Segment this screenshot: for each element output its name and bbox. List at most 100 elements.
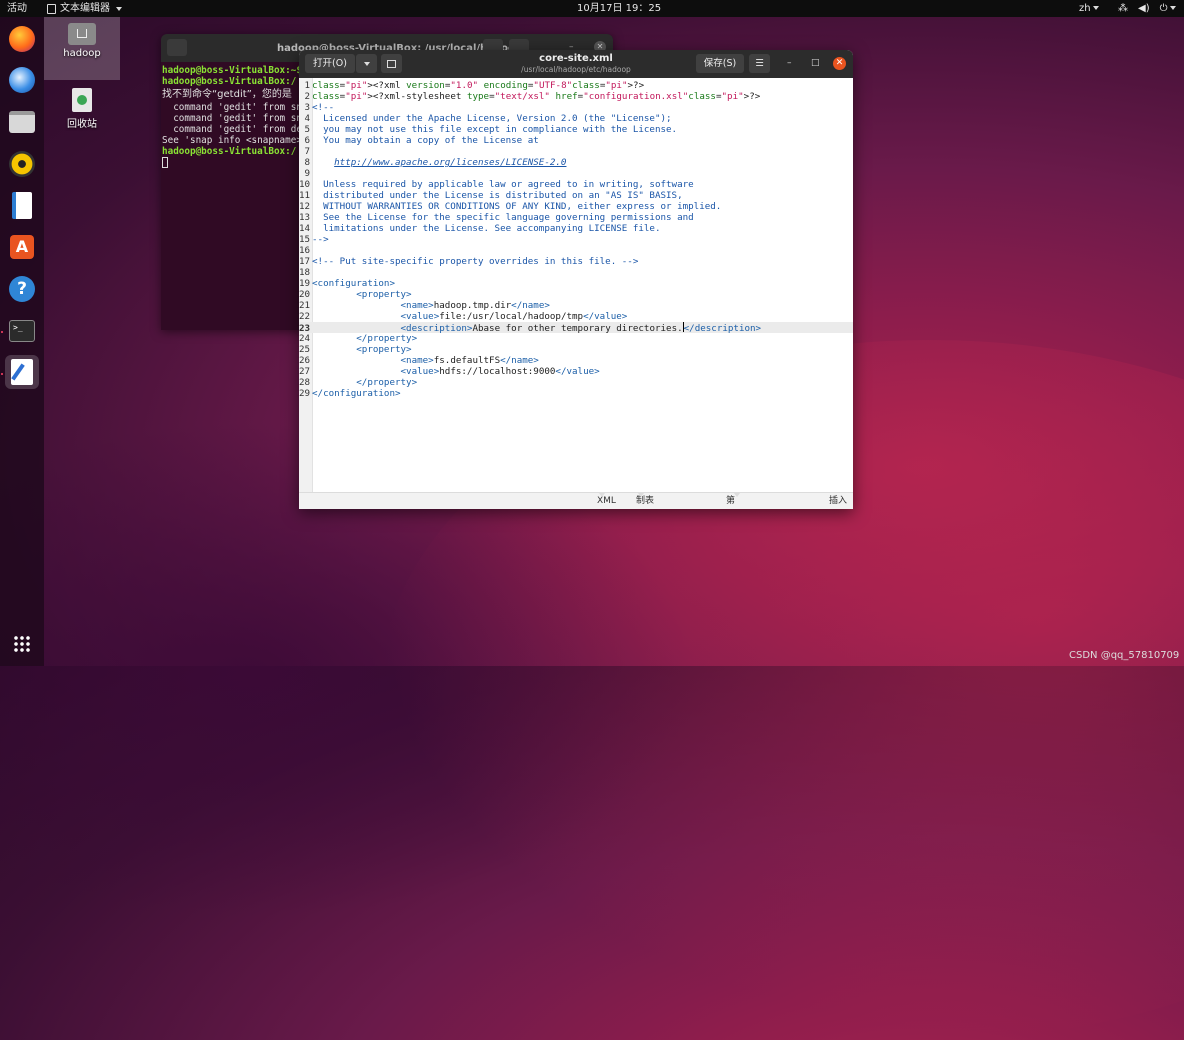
libreoffice-writer-icon[interactable] — [5, 189, 39, 223]
menu-icon: ☰ — [755, 58, 764, 69]
power-icon: ⏻ — [1160, 0, 1176, 17]
line-number: 29 — [299, 388, 311, 399]
line-number: 11 — [299, 190, 311, 201]
line-number: 13 — [299, 212, 311, 223]
system-tray[interactable]: ⁂ ◀) ⏻ — [1118, 0, 1176, 17]
line-number: 9 — [304, 168, 310, 179]
code-line: 8 http://www.apache.org/licenses/LICENSE… — [299, 157, 853, 168]
chevron-down-icon — [1092, 6, 1099, 10]
line-number: 25 — [299, 344, 311, 355]
maximize-button[interactable]: □ — [811, 58, 820, 68]
app-menu-label: 文本编辑器 — [60, 3, 110, 14]
app-menu[interactable]: 文本编辑器 — [47, 0, 122, 17]
line-number: 5 — [304, 124, 310, 135]
text-editor-window[interactable]: 打开(O) core-site.xml /usr/local/hadoop/et… — [299, 50, 853, 509]
line-number: 28 — [299, 377, 311, 388]
code-line: 12 WITHOUT WARRANTIES OR CONDITIONS OF A… — [299, 201, 722, 212]
close-button[interactable]: ✕ — [833, 57, 846, 70]
code-line: 24 </property> — [299, 333, 418, 344]
code-line: 1 class="pi"><?xml version="1.0" encoding… — [299, 80, 853, 91]
minimize-button[interactable]: – — [787, 58, 792, 68]
code-line: 15 --> — [299, 234, 329, 245]
line-number: 4 — [304, 113, 310, 124]
chevron-down-icon — [638, 493, 644, 497]
software-icon[interactable]: A — [5, 230, 39, 264]
line-number: 27 — [299, 366, 311, 377]
code-line: 29 </configuration> — [299, 388, 401, 399]
text-editor-icon[interactable] — [5, 355, 39, 389]
network-icon: ⁂ — [1118, 3, 1128, 14]
watermark: CSDN @qq_57810709 — [1069, 650, 1180, 661]
code-line: 13 See the License for the specific lang… — [299, 212, 694, 223]
line-number: 14 — [299, 223, 311, 234]
clock[interactable]: 10月17日 19：25 — [577, 0, 661, 17]
code-line: 16 — [299, 245, 853, 256]
code-line: 2 class="pi"><?xml-stylesheet type="text/… — [299, 91, 853, 102]
dock: A ? >_ — [0, 17, 44, 666]
code-editor[interactable]: 1 class="pi"><?xml version="1.0" encoding… — [299, 78, 853, 492]
code-line: 19 <configuration> — [299, 278, 395, 289]
code-line: 17 <!-- Put site-specific property overri… — [299, 256, 639, 267]
line-number: 16 — [299, 245, 311, 256]
text-editor-icon — [47, 3, 56, 14]
desktop-trash[interactable]: 回收站 — [44, 86, 120, 130]
line-number: 26 — [299, 355, 311, 366]
help-icon[interactable]: ? — [5, 272, 39, 306]
line-number: 7 — [304, 146, 310, 157]
code-line: 25 <property> — [299, 344, 412, 355]
line-number: 12 — [299, 201, 311, 212]
files-icon[interactable] — [5, 105, 39, 139]
insert-mode: 插入 — [829, 496, 848, 506]
code-line: 5 you may not use this file except in co… — [299, 124, 853, 135]
activities-button[interactable]: 活动 — [7, 0, 27, 17]
line-number: 24 — [299, 333, 311, 344]
code-line: 4 Licensed under the Apache License, Ver… — [299, 113, 853, 124]
hamburger-menu-button[interactable]: ☰ — [749, 54, 770, 73]
chevron-down-icon — [599, 493, 605, 497]
trash-label: 回收站 — [67, 119, 97, 130]
line-number: 10 — [299, 179, 311, 190]
code-line: 21 <name>hadoop.tmp.dir</name> — [299, 300, 550, 311]
editor-headerbar[interactable]: 打开(O) core-site.xml /usr/local/hadoop/et… — [299, 50, 853, 78]
line-number: 1 — [304, 80, 310, 91]
home-folder-label: hadoop — [63, 48, 101, 59]
trash-icon — [72, 88, 92, 112]
terminal-icon[interactable]: >_ — [5, 314, 39, 348]
rhythmbox-icon[interactable] — [5, 147, 39, 181]
code-line: 10 Unless required by applicable law or … — [299, 179, 694, 190]
line-number: 8 — [304, 157, 310, 168]
status-bar: XML 制表符宽度：8 第 23 行，第 68 列 插入 — [299, 492, 853, 509]
code-line: 18 — [299, 267, 853, 278]
line-number: 3 — [304, 102, 310, 113]
chevron-down-icon — [116, 6, 122, 11]
code-line: 20 <property> — [299, 289, 412, 300]
thunderbird-icon[interactable] — [5, 63, 39, 97]
code-line: 14 limitations under the License. See ac… — [299, 223, 661, 234]
volume-icon: ◀) — [1138, 3, 1150, 14]
input-method-menu[interactable]: zh — [1079, 0, 1099, 17]
chevron-down-icon — [734, 493, 740, 497]
code-line: 28 </property> — [299, 377, 418, 388]
code-line: 6 You may obtain a copy of the License a… — [299, 135, 853, 146]
firefox-icon[interactable] — [5, 22, 39, 56]
code-line: 26 <name>fs.defaultFS</name> — [299, 355, 539, 366]
show-apps-icon[interactable] — [5, 627, 39, 661]
input-method-label: zh — [1079, 3, 1091, 14]
line-number: 22 — [299, 311, 311, 322]
terminal-cursor — [162, 157, 168, 168]
line-number: 6 — [304, 135, 310, 146]
line-number: 20 — [299, 289, 311, 300]
home-folder-icon — [68, 23, 96, 45]
line-number: 17 — [299, 256, 311, 267]
code-line: 22 <value>file:/usr/local/hadoop/tmp</va… — [299, 311, 628, 322]
code-line: 23 <description>Abase for other temporar… — [299, 322, 853, 334]
save-button[interactable]: 保存(S) — [696, 54, 744, 73]
code-line: 27 <value>hdfs://localhost:9000</value> — [299, 366, 600, 377]
line-number: 21 — [299, 300, 311, 311]
desktop-home-folder[interactable]: hadoop — [44, 17, 120, 80]
new-tab-button[interactable] — [167, 39, 187, 56]
line-number: 2 — [304, 91, 310, 102]
code-line: 11 distributed under the License is dist… — [299, 190, 683, 201]
code-line: 3 <!-- — [299, 102, 853, 113]
line-number: 19 — [299, 278, 311, 289]
